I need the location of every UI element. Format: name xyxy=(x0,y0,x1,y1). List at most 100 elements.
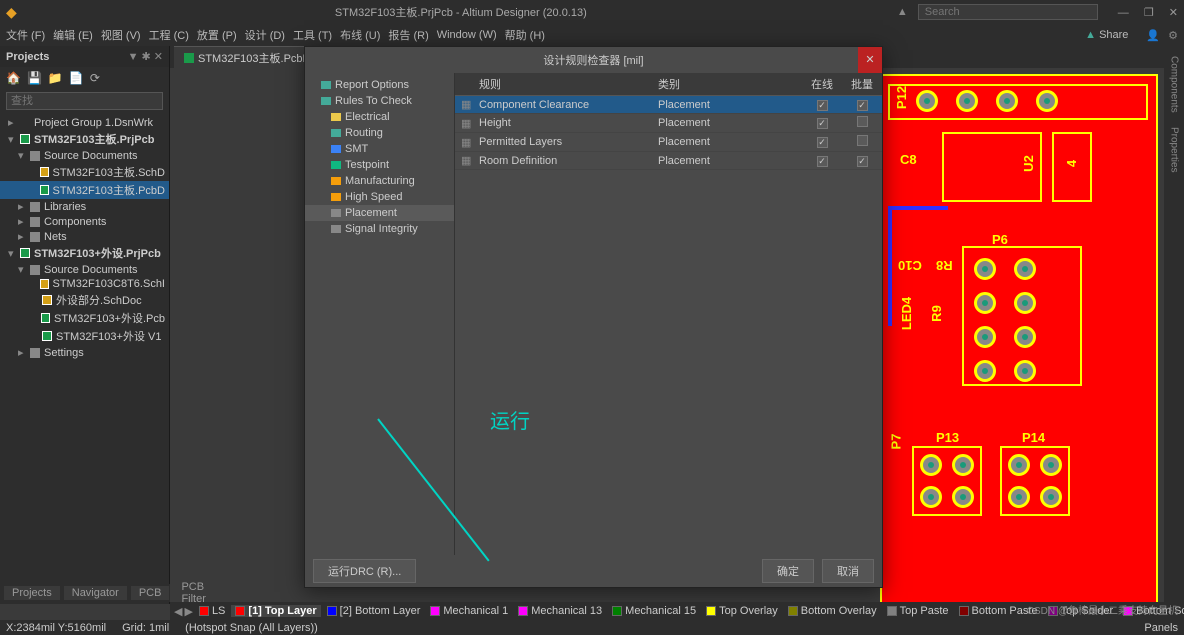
menu-place[interactable]: 放置 (P) xyxy=(197,27,237,43)
save-icon[interactable]: 💾 xyxy=(27,71,42,85)
dialog-tree-item[interactable]: Routing xyxy=(305,125,454,141)
statusbar: X:2384mil Y:5160mil Grid: 1mil (Hotspot … xyxy=(0,620,1184,635)
online-checkbox[interactable]: ✓ xyxy=(817,137,828,148)
compile-icon[interactable]: 📄 xyxy=(69,71,84,85)
btab-pcb[interactable]: PCB xyxy=(131,586,170,600)
dialog-tree-item[interactable]: Report Options xyxy=(305,77,454,93)
status-snap: (Hotspot Snap (All Layers)) xyxy=(185,622,318,634)
tree-item[interactable]: ▸Settings xyxy=(0,345,169,360)
tree-item[interactable]: STM32F103主板.PcbD xyxy=(0,181,169,199)
btab-projects[interactable]: Projects xyxy=(4,586,60,600)
header-batch[interactable]: 批量 xyxy=(842,73,882,95)
menu-help[interactable]: 帮助 (H) xyxy=(505,27,545,43)
close-icon[interactable]: ✕ xyxy=(1169,7,1178,19)
gear-icon[interactable]: ⚙ xyxy=(1168,29,1178,42)
header-rule[interactable]: 规则 xyxy=(473,73,652,95)
layer-item[interactable]: [1] Top Layer xyxy=(231,605,320,617)
rule-row[interactable]: ▦Room DefinitionPlacement✓✓ xyxy=(455,152,882,170)
layer-nav-left[interactable]: ◀ xyxy=(174,605,182,618)
tree-item[interactable]: STM32F103+外设.Pcb xyxy=(0,309,169,327)
layer-item[interactable]: Mechanical 13 xyxy=(514,605,606,617)
layer-item[interactable]: Top Overlay xyxy=(702,605,782,617)
cloud-icon[interactable]: ▲ xyxy=(897,6,908,18)
menu-view[interactable]: 视图 (V) xyxy=(101,27,141,43)
layer-item[interactable]: LS xyxy=(195,605,229,617)
tree-item[interactable]: ▸Project Group 1.DsnWrk xyxy=(0,115,169,130)
batch-checkbox[interactable] xyxy=(857,135,868,146)
tab-components[interactable]: Components xyxy=(1167,52,1182,117)
tree-item[interactable]: ▸Libraries xyxy=(0,199,169,214)
tree-item[interactable]: ▸Components xyxy=(0,214,169,229)
tree-item[interactable]: STM32F103主板.SchD xyxy=(0,163,169,181)
global-search[interactable] xyxy=(918,4,1098,20)
pcb-des-c8: C8 xyxy=(900,152,917,167)
tree-item[interactable]: ▾STM32F103主板.PrjPcb xyxy=(0,130,169,148)
folder-icon[interactable]: 📁 xyxy=(48,71,63,85)
batch-checkbox[interactable]: ✓ xyxy=(857,100,868,111)
projects-search-input[interactable] xyxy=(6,92,163,110)
pcb-board-view[interactable]: P12 C8 U2 4 P6 C10 R8 LED4 R9 xyxy=(874,68,1164,604)
layer-item[interactable]: Mechanical 15 xyxy=(608,605,700,617)
tree-item[interactable]: STM32F103C8T6.SchI xyxy=(0,277,169,291)
dialog-tree-item[interactable]: Testpoint xyxy=(305,157,454,173)
menu-file[interactable]: 文件 (F) xyxy=(6,27,45,43)
cancel-button[interactable]: 取消 xyxy=(822,559,874,583)
minimize-icon[interactable]: — xyxy=(1118,7,1129,19)
titlebar: ◆ STM32F103主板.PrjPcb - Altium Designer (… xyxy=(0,0,1184,24)
search-input[interactable] xyxy=(918,4,1098,20)
projects-tree[interactable]: ▸Project Group 1.DsnWrk▾STM32F103主板.PrjP… xyxy=(0,113,169,604)
online-checkbox[interactable]: ✓ xyxy=(817,118,828,129)
share-button[interactable]: ▲ Share xyxy=(1085,29,1128,41)
layer-nav-right[interactable]: ▶ xyxy=(184,605,192,618)
btab-navigator[interactable]: Navigator xyxy=(64,586,127,600)
batch-checkbox[interactable] xyxy=(857,116,868,127)
dialog-tree-item[interactable]: Placement xyxy=(305,205,454,221)
menu-report[interactable]: 报告 (R) xyxy=(388,27,428,43)
menu-edit[interactable]: 编辑 (E) xyxy=(53,27,93,43)
panels-button[interactable]: Panels xyxy=(1144,622,1178,634)
header-category[interactable]: 类别 xyxy=(652,73,802,95)
tree-item[interactable]: ▾Source Documents xyxy=(0,262,169,277)
pcb-des-r8: R8 xyxy=(936,258,953,273)
layer-item[interactable]: Mechanical 1 xyxy=(426,605,512,617)
refresh-icon[interactable]: ⟳ xyxy=(90,71,100,85)
rule-row[interactable]: ▦Permitted LayersPlacement✓ xyxy=(455,133,882,152)
online-checkbox[interactable]: ✓ xyxy=(817,156,828,167)
tree-item[interactable]: 外设部分.SchDoc xyxy=(0,291,169,309)
tree-item[interactable]: ▾STM32F103+外设.PrjPcb xyxy=(0,244,169,262)
dialog-tree-item[interactable]: Rules To Check xyxy=(305,93,454,109)
menu-design[interactable]: 设计 (D) xyxy=(245,27,285,43)
dialog-tree-item[interactable]: Signal Integrity xyxy=(305,221,454,237)
dialog-tree-item[interactable]: Electrical xyxy=(305,109,454,125)
layer-item[interactable]: Top Paste xyxy=(883,605,953,617)
header-online[interactable]: 在线 xyxy=(802,73,842,95)
app-logo-icon: ◆ xyxy=(6,4,17,21)
ok-button[interactable]: 确定 xyxy=(762,559,814,583)
menu-window[interactable]: Window (W) xyxy=(437,29,497,41)
tab-properties[interactable]: Properties xyxy=(1167,123,1182,177)
rule-row[interactable]: ▦Component ClearancePlacement✓✓ xyxy=(455,96,882,114)
dialog-tree-item[interactable]: SMT xyxy=(305,141,454,157)
tree-item[interactable]: STM32F103+外设 V1 xyxy=(0,327,169,345)
dialog-category-tree[interactable]: Report OptionsRules To CheckElectricalRo… xyxy=(305,73,455,555)
panel-title: Projects xyxy=(6,51,128,63)
rule-row[interactable]: ▦HeightPlacement✓ xyxy=(455,114,882,133)
online-checkbox[interactable]: ✓ xyxy=(817,100,828,111)
batch-checkbox[interactable]: ✓ xyxy=(857,156,868,167)
layer-item[interactable]: Bottom Overlay xyxy=(784,605,881,617)
dialog-tree-item[interactable]: High Speed xyxy=(305,189,454,205)
tree-item[interactable]: ▸Nets xyxy=(0,229,169,244)
menu-route[interactable]: 布线 (U) xyxy=(340,27,380,43)
run-drc-button[interactable]: 运行DRC (R)... xyxy=(313,559,416,583)
menu-project[interactable]: 工程 (C) xyxy=(149,27,189,43)
menu-tools[interactable]: 工具 (T) xyxy=(293,27,332,43)
user-icon[interactable]: 👤 xyxy=(1146,29,1160,42)
dialog-tree-item[interactable]: Manufacturing xyxy=(305,173,454,189)
tree-item[interactable]: ▾Source Documents xyxy=(0,148,169,163)
panel-controls[interactable]: ▼ ✱ ✕ xyxy=(128,50,163,63)
home-icon[interactable]: 🏠 xyxy=(6,71,21,85)
dialog-close-icon[interactable]: ✕ xyxy=(858,47,882,73)
layer-item[interactable]: [2] Bottom Layer xyxy=(323,605,425,617)
maximize-icon[interactable]: ❐ xyxy=(1144,7,1154,19)
status-coords: X:2384mil Y:5160mil xyxy=(6,622,106,634)
